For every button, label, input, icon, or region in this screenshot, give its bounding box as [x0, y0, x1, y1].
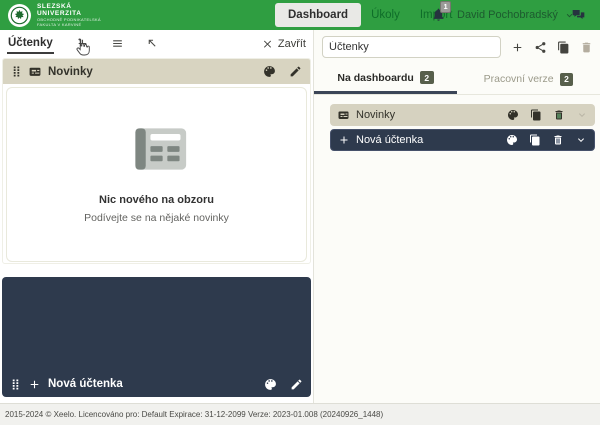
news-widget-actions: [263, 65, 302, 78]
dashboard-tabbar: Účtenky Zavřít: [0, 30, 313, 57]
newspaper-icon: [28, 65, 42, 78]
close-panel-button[interactable]: Zavřít: [262, 38, 306, 50]
app-footer: 2015-2024 © Xeelo. Licencováno pro: Defa…: [0, 403, 600, 425]
drag-handle-icon[interactable]: [11, 65, 22, 78]
arrow-up-left-icon: [146, 37, 159, 50]
notification-count-badge: 1: [440, 1, 451, 13]
edit-pencil-icon[interactable]: [290, 378, 303, 391]
search-input[interactable]: [322, 36, 501, 58]
news-widget: Novinky: [2, 58, 311, 264]
count-badge: 2: [560, 73, 574, 86]
tab-label: Pracovní verze: [484, 73, 554, 85]
copy-icon[interactable]: [530, 109, 542, 121]
copy-icon[interactable]: [529, 134, 541, 146]
palette-icon[interactable]: [506, 134, 518, 146]
footer-text: 2015-2024 © Xeelo. Licencováno pro: Defa…: [5, 410, 383, 419]
user-menu[interactable]: David Pochobradský: [457, 0, 575, 30]
close-icon: [262, 38, 273, 49]
trash-icon: [580, 41, 593, 54]
nav-tab-ukoly[interactable]: Úkoly: [361, 5, 410, 25]
university-logo-text: SLEZSKÁ UNIVERZITA OBCHODNĚ PODNIKATELSK…: [37, 3, 101, 27]
chat-icon: [571, 8, 586, 22]
tab-pracovni-verze[interactable]: Pracovní verze 2: [457, 65, 600, 94]
news-widget-header: Novinky: [3, 59, 310, 84]
new-receipt-widget-title: Nová účtenka: [48, 378, 123, 390]
palette-icon[interactable]: [264, 378, 277, 391]
add-tab-button[interactable]: [76, 37, 89, 50]
empty-state-title: Nic nového na obzoru: [99, 194, 214, 206]
row-actions: [506, 134, 587, 146]
chevron-down-icon[interactable]: [576, 109, 588, 121]
plus-icon: [511, 41, 524, 54]
dashboard-panel: Účtenky Zavřít: [0, 30, 314, 403]
palette-icon[interactable]: [263, 65, 276, 78]
duplicate-button[interactable]: [557, 41, 570, 54]
new-receipt-widget[interactable]: Nová účtenka: [2, 277, 311, 397]
share-icon: [534, 41, 547, 54]
newspaper-icon: [337, 109, 350, 121]
plus-icon: [28, 378, 41, 391]
new-receipt-widget-actions: [264, 378, 303, 391]
tab-list-button[interactable]: [111, 37, 124, 50]
copy-icon: [557, 41, 570, 54]
plus-icon: [76, 37, 89, 50]
widget-list: Novinky: [314, 95, 600, 151]
app-header: SLEZSKÁ UNIVERZITA OBCHODNĚ PODNIKATELSK…: [0, 0, 600, 30]
close-label: Zavřít: [278, 38, 306, 50]
add-widget-button[interactable]: [511, 41, 524, 54]
library-tabs: Na dashboardu 2 Pracovní verze 2: [314, 65, 600, 95]
trash-icon[interactable]: [552, 134, 564, 146]
drag-handle-icon[interactable]: [10, 378, 21, 391]
list-item-nova-uctenka[interactable]: Nová účtenka: [330, 129, 595, 151]
app-screen: SLEZSKÁ UNIVERZITA OBCHODNĚ PODNIKATELSK…: [0, 0, 600, 425]
tab-label: Na dashboardu: [337, 72, 413, 84]
trash-icon[interactable]: [553, 109, 565, 121]
user-name: David Pochobradský: [457, 9, 558, 21]
tab-na-dashboardu[interactable]: Na dashboardu 2: [314, 65, 457, 94]
list-item-novinky[interactable]: Novinky: [330, 104, 595, 126]
row-actions: [507, 109, 588, 121]
tab-uctenky[interactable]: Účtenky: [7, 33, 54, 54]
collapse-button[interactable]: [146, 37, 159, 50]
delete-button[interactable]: [580, 41, 593, 54]
news-widget-body: Nic nového na obzoru Podívejte se na něj…: [3, 84, 310, 265]
chevron-down-icon[interactable]: [575, 134, 587, 146]
edit-pencil-icon[interactable]: [289, 65, 302, 78]
university-logo: SLEZSKÁ UNIVERZITA OBCHODNĚ PODNIKATELSK…: [8, 3, 101, 27]
news-empty-state: Nic nového na obzoru Podívejte se na něj…: [6, 87, 307, 262]
library-toolbar: [314, 30, 600, 62]
list-item-label: Nová účtenka: [356, 134, 423, 146]
chat-button[interactable]: [571, 8, 586, 22]
notifications-button[interactable]: 1: [431, 7, 446, 22]
plus-icon: [338, 134, 350, 146]
widget-library-panel: Na dashboardu 2 Pracovní verze 2 Novinky: [314, 30, 600, 403]
new-receipt-widget-footer: Nová účtenka: [2, 371, 311, 397]
empty-state-subtitle: Podívejte se na nějaké novinky: [84, 212, 229, 224]
university-emblem-icon: [8, 4, 31, 27]
logo-subtitle-2: FAKULTA V KARVINÉ: [37, 23, 101, 28]
list-item-label: Novinky: [356, 109, 395, 121]
logo-line-1: SLEZSKÁ: [37, 3, 101, 10]
newspaper-large-icon: [126, 126, 188, 172]
count-badge: 2: [420, 71, 434, 84]
menu-icon: [111, 37, 124, 50]
palette-icon[interactable]: [507, 109, 519, 121]
share-button[interactable]: [534, 41, 547, 54]
nav-tab-dashboard[interactable]: Dashboard: [275, 3, 361, 27]
news-widget-title: Novinky: [48, 66, 93, 78]
